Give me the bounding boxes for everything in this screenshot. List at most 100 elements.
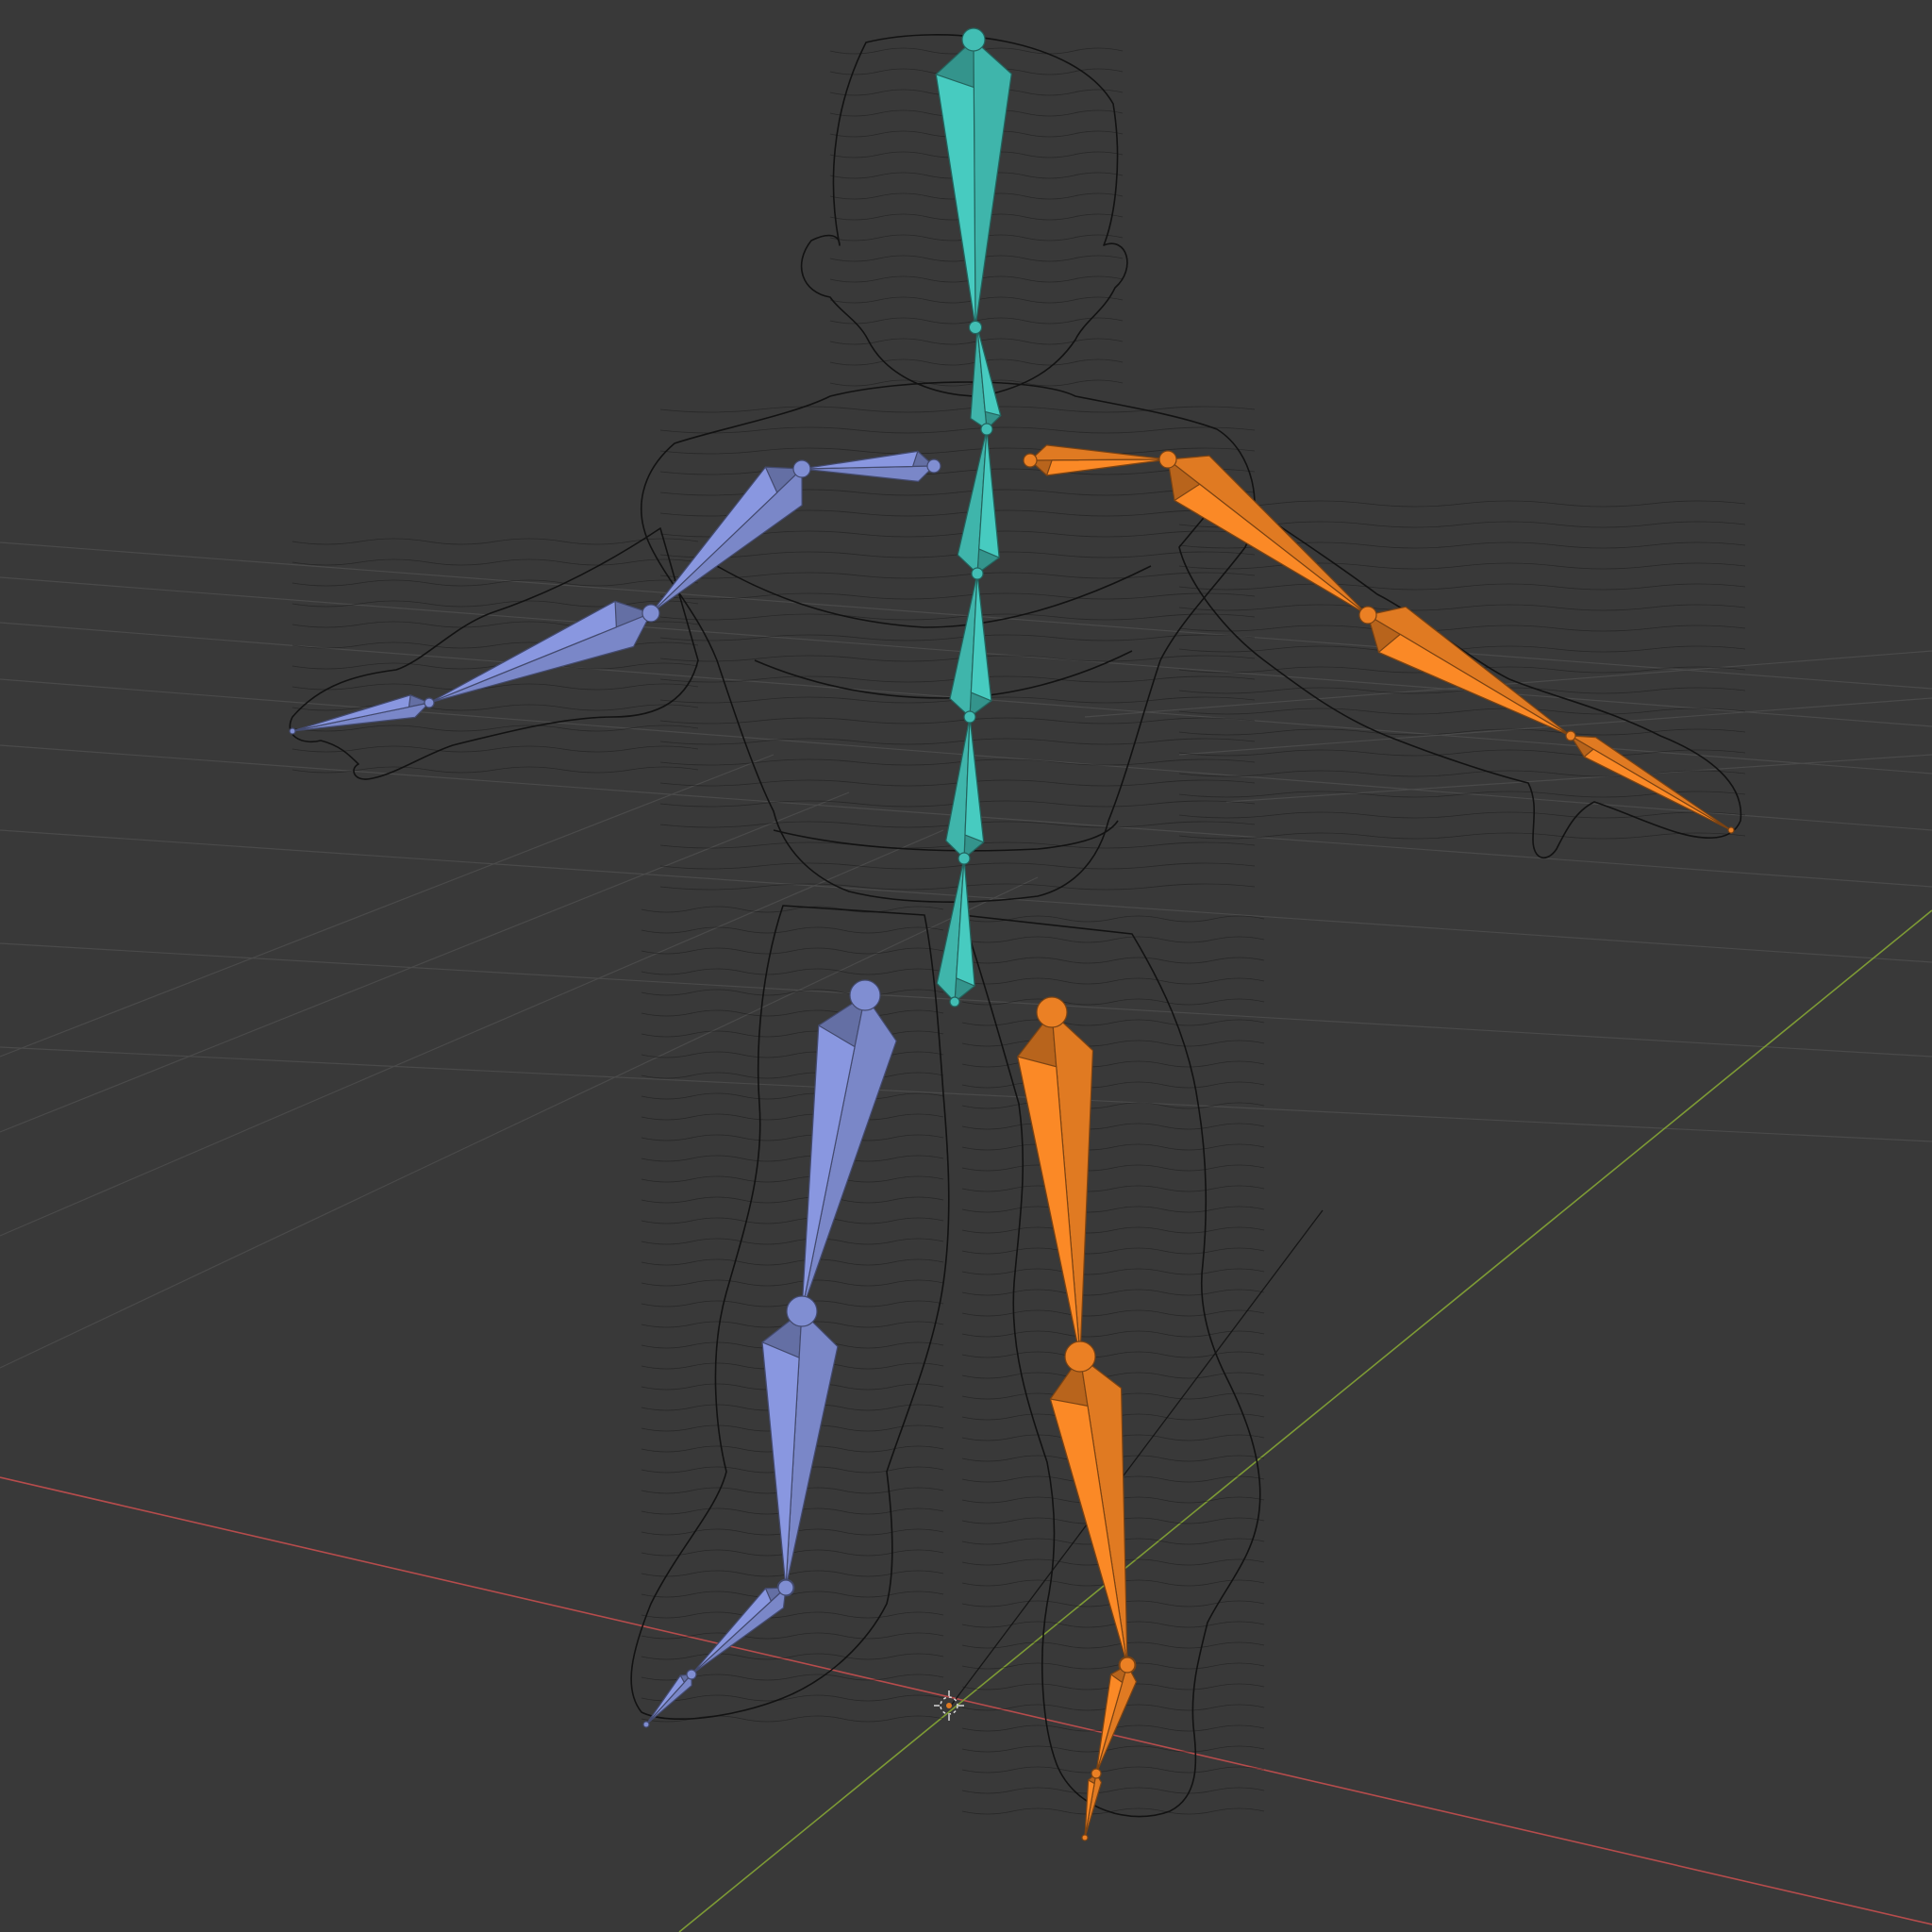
mesh-edge-loop [659,426,1256,434]
mesh-edge-loop [641,1196,944,1204]
bone-tail-joint[interactable] [968,320,983,335]
bone-spine-2[interactable] [949,570,992,724]
bone-head-joint[interactable] [1091,1768,1102,1779]
mesh-edge-loop [641,1279,944,1287]
mesh-edge-loop [1178,625,1746,632]
mesh-hatch [291,47,1746,1815]
mesh-edge-loop [961,1226,1265,1234]
mesh-edge-loop [961,936,1265,943]
bone-tail-joint[interactable] [289,727,296,735]
bone-head-joint[interactable] [1158,450,1177,469]
bone-head-joint[interactable] [849,979,881,1011]
mesh-edge-loop [961,977,1265,985]
mesh-edge-loop [291,724,699,732]
bone-toe-r[interactable] [1081,1768,1103,1841]
mesh-edge-loop [961,1641,1265,1649]
bone-clavicle-r[interactable] [1023,444,1173,476]
bone-face [650,466,778,614]
bone-shin-r[interactable] [1049,1341,1137,1674]
mesh-edge-loop [961,1102,1265,1109]
bone-head-joint[interactable] [1119,1657,1136,1674]
mesh-edge-loop [641,1051,944,1058]
mesh-edge-loop [659,655,1256,662]
mesh-edge-loop [961,957,1265,964]
bone-head-joint[interactable] [961,27,986,52]
mesh-edge-loop [961,1766,1265,1774]
grid-line [1225,754,1932,803]
mesh-edge-loop [641,1134,944,1141]
bone-clavicle-l[interactable] [797,450,941,482]
bone-head-joint[interactable] [1358,606,1377,625]
mesh-edge-loop [961,1330,1265,1338]
3d-viewport[interactable] [0,0,1932,1932]
bone-forearm-l[interactable] [424,600,660,708]
bone-head-joint[interactable] [949,996,960,1008]
bone-head-joint[interactable] [1023,453,1038,468]
bone-head-joint[interactable] [641,604,660,623]
mesh-edge-loop [659,634,1256,641]
bone-head-joint[interactable] [926,458,941,474]
bone-pelvis[interactable] [936,855,975,1008]
bone-face [935,74,976,328]
bone-head-joint[interactable] [1064,1341,1096,1373]
bone-head-joint[interactable] [686,1669,697,1680]
bone-thigh-r[interactable] [1017,996,1094,1366]
bone-head-joint[interactable] [980,423,993,436]
mesh-edge-loop [961,1372,1265,1379]
bone-face [801,450,919,470]
mesh-edge-loop [1178,583,1746,591]
mesh-edge-loop [641,1611,944,1619]
bone-spine-1[interactable] [945,713,985,865]
mesh-edge-loop [961,1268,1265,1275]
mesh-edge-loop [961,1164,1265,1172]
mesh-edge-loop [659,406,1256,413]
bone-head[interactable] [935,27,1012,335]
bone-head-joint[interactable] [958,852,971,865]
mesh-edge-loop [961,1351,1265,1358]
mesh-edge-loop [961,1081,1265,1089]
bone-head-joint[interactable] [792,459,811,478]
mesh-edge-loop [961,1143,1265,1151]
bone-face [1377,633,1572,737]
mesh-edge-loop [961,1019,1265,1026]
mesh-edge-loop [659,738,1256,745]
mesh-edge-loop [961,1289,1265,1296]
bone-face [1367,606,1572,737]
bone-head-joint[interactable] [786,1295,818,1327]
mesh-edge-loop [1178,811,1746,819]
bone-head-joint[interactable] [963,710,976,724]
mesh-edge-loop [1178,708,1746,715]
bone-neck[interactable] [970,324,1002,436]
mesh-edge-loop [641,1217,944,1224]
bone-head-joint[interactable] [1036,996,1068,1028]
mesh-edge-loop [961,1787,1265,1794]
bone-face [1029,444,1169,461]
character-mesh-wireframe[interactable] [289,34,1742,1818]
grid-line [0,829,944,1237]
bone-face [691,1588,772,1675]
bone-head-joint[interactable] [777,1579,794,1596]
mesh-edge-loop [641,1175,944,1183]
bone-foot-r[interactable] [1091,1657,1138,1778]
mesh-edge-loop [1178,604,1746,611]
bone-head-joint[interactable] [971,567,984,580]
bone-tail-joint[interactable] [1727,826,1735,834]
bone-tail-joint[interactable] [642,1721,650,1728]
bone-face [1046,458,1169,476]
viewport-canvas[interactable] [0,0,1932,1932]
mesh-edge-loop [641,1030,944,1038]
camera-axis-line [950,1209,1324,1707]
bone-foot-l[interactable] [686,1579,794,1679]
bone-upper-arm-r[interactable] [1158,450,1374,621]
bone-head-joint[interactable] [1565,730,1576,741]
mesh-edge-loop [961,1040,1265,1047]
mesh-edge-loop [659,468,1256,475]
mesh-edge-loop [961,1123,1265,1130]
bone-tail-joint[interactable] [1081,1834,1089,1841]
bone-face [973,39,1012,328]
mesh-edge-loop [291,558,699,566]
bone-head-joint[interactable] [424,697,435,708]
mesh-edge-loop [641,1694,944,1702]
grid-line [0,876,1039,1369]
mesh-edge-loop [291,704,699,711]
